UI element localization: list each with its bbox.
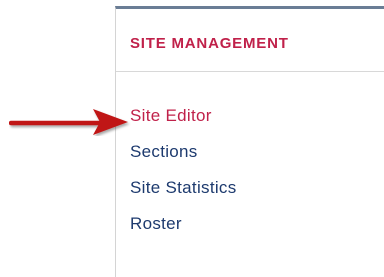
site-management-panel: SITE MANAGEMENT Site Editor Sections Sit… (115, 6, 384, 277)
nav-item-sections[interactable]: Sections (130, 142, 237, 178)
nav-item-site-statistics[interactable]: Site Statistics (130, 178, 237, 214)
nav-item-site-editor[interactable]: Site Editor (130, 106, 237, 142)
annotation-arrow-icon (9, 109, 128, 135)
nav-item-roster[interactable]: Roster (130, 214, 237, 250)
site-management-nav: Site Editor Sections Site Statistics Ros… (130, 106, 237, 250)
panel-title: SITE MANAGEMENT (130, 35, 289, 52)
panel-header: SITE MANAGEMENT (116, 9, 384, 72)
stage: SITE MANAGEMENT Site Editor Sections Sit… (0, 0, 384, 277)
